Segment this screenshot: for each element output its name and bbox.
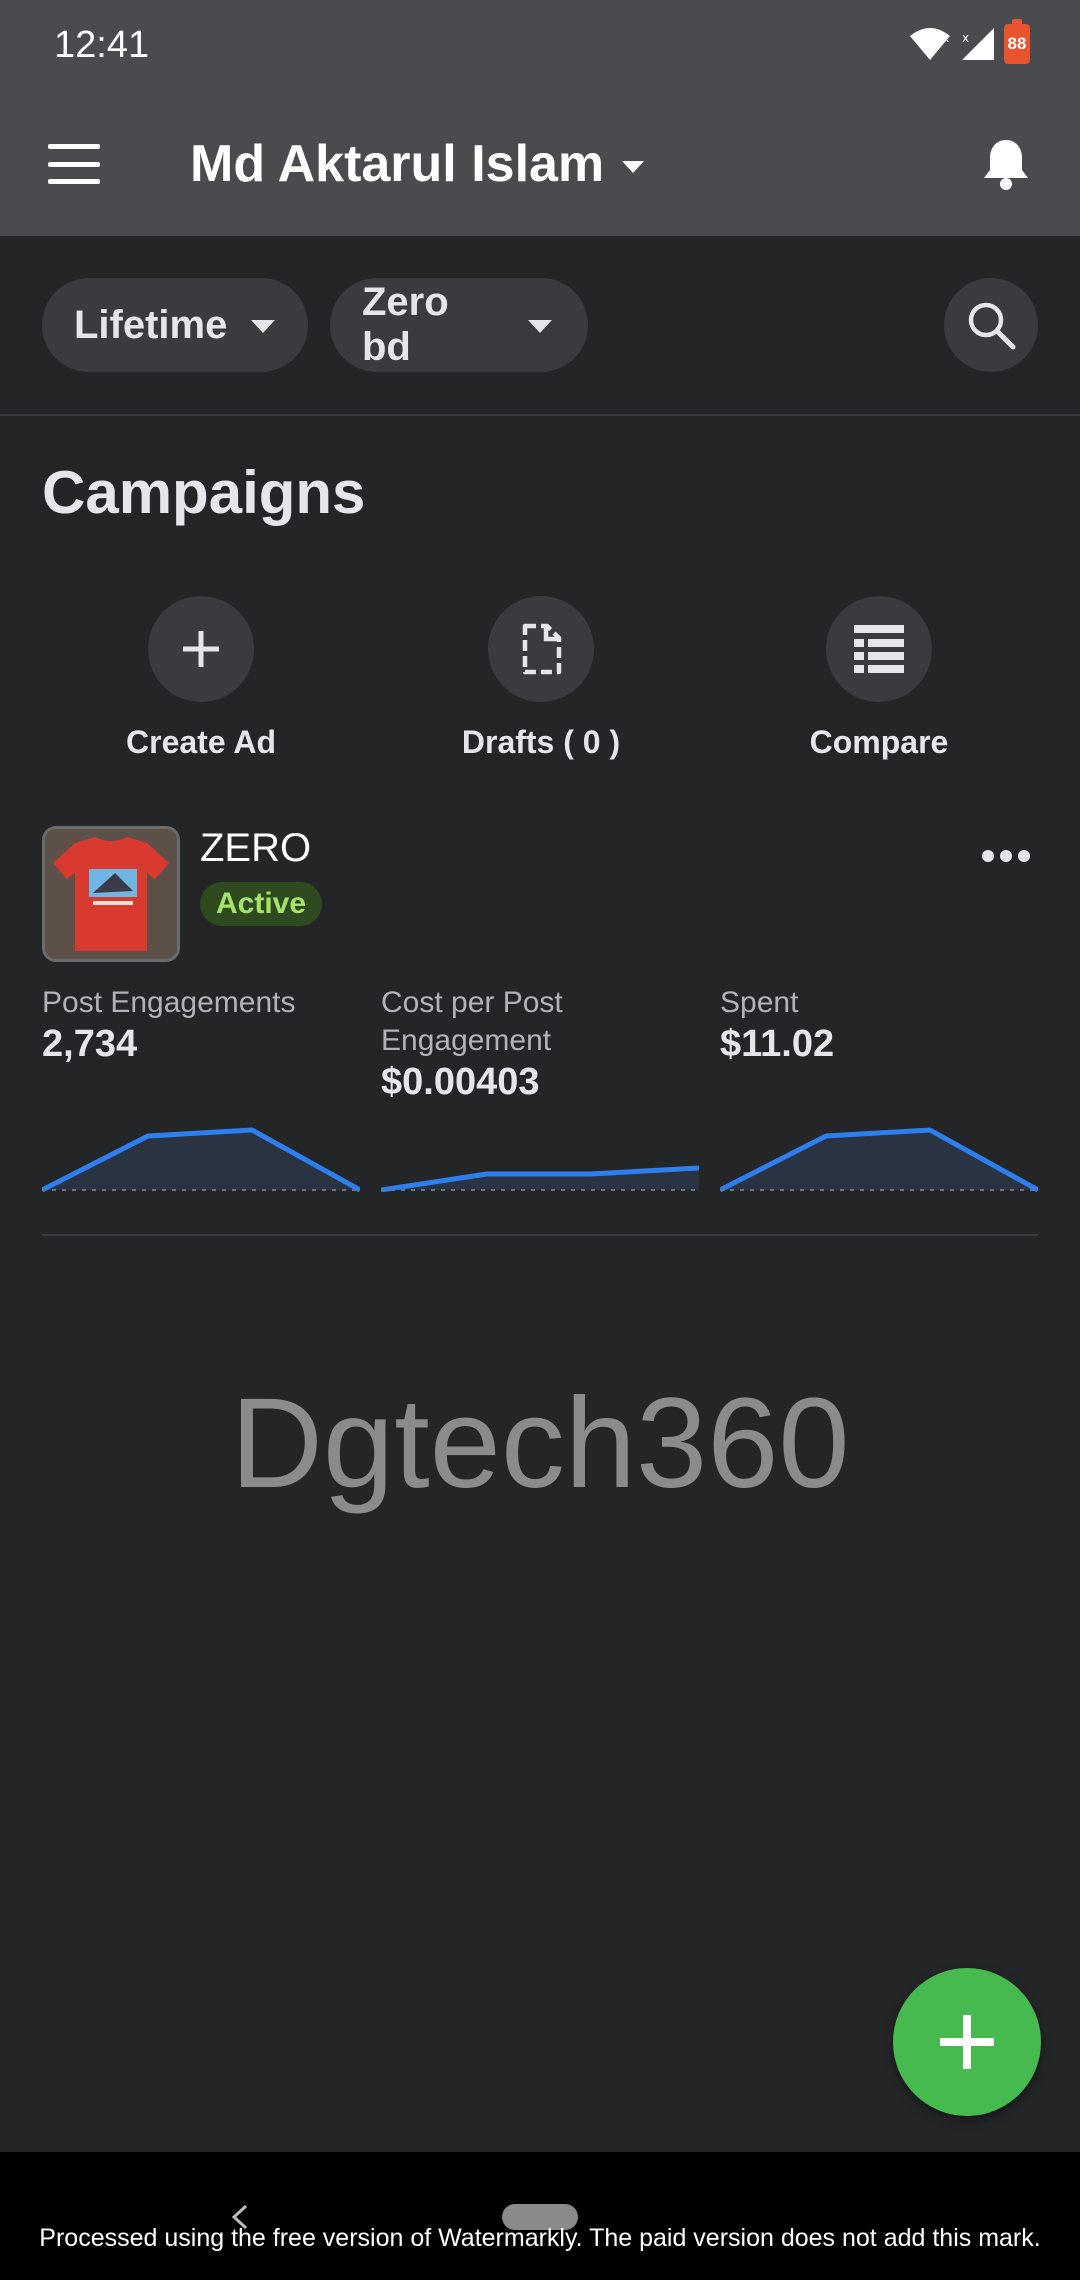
ad-account-dropdown[interactable]: Zero bd: [330, 278, 588, 372]
chevron-down-icon: [622, 161, 645, 173]
campaign-card[interactable]: ZERO Active Post Engagements 2,734 Cost …: [42, 826, 1038, 1236]
metric-value: $0.00403: [381, 1061, 540, 1103]
status-badge: Active: [200, 882, 323, 926]
drafts-circle: [488, 596, 594, 702]
metric-post-engagements: Post Engagements 2,734: [42, 984, 360, 1066]
chevron-down-icon: [251, 319, 276, 333]
quick-actions: Create Ad Drafts ( 0 ) Compare: [0, 596, 1080, 776]
app-header: Md Aktarul Islam: [0, 92, 1080, 236]
metric-label: Cost per Post Engagement: [381, 986, 563, 1057]
signal-icon: x: [962, 28, 994, 60]
metric-value: $11.02: [720, 1023, 835, 1065]
metric-label: Spent: [720, 986, 799, 1019]
campaign-name: ZERO: [200, 826, 312, 870]
svg-text:x: x: [962, 31, 969, 45]
create-ad-circle: [148, 596, 254, 702]
account-name: Md Aktarul Islam: [190, 135, 605, 193]
list-icon: [854, 625, 904, 673]
wifi-icon: x: [910, 28, 950, 60]
page-title: Campaigns: [42, 459, 366, 526]
compare-button[interactable]: Compare: [709, 596, 1049, 761]
status-bar: 12:41 x x 88: [0, 0, 1080, 92]
sparkline-cost-per-engagement: [381, 1165, 699, 1192]
add-fab-button[interactable]: [893, 1968, 1041, 2116]
search-icon: [968, 302, 1016, 350]
status-icons: x x 88: [908, 19, 1030, 66]
watermark-text: Dgtech360: [230, 1372, 850, 1515]
status-time: 12:41: [54, 24, 150, 66]
plus-icon: [940, 2015, 994, 2069]
plus-icon: [183, 631, 219, 667]
search-button[interactable]: [944, 278, 1038, 372]
metric-label: Post Engagements: [42, 986, 296, 1019]
watermark-note: Processed using the free version of Wate…: [39, 2224, 1041, 2252]
document-icon: [522, 623, 562, 675]
sparkline-spent: [720, 1127, 1038, 1192]
campaign-thumbnail: [42, 826, 180, 962]
sparkline-post-engagements: [42, 1127, 360, 1192]
create-ad-button[interactable]: Create Ad: [31, 596, 371, 761]
compare-circle: [826, 596, 932, 702]
filter-bar: Lifetime Zero bd: [0, 236, 1080, 416]
metric-cost-per-engagement: Cost per Post Engagement $0.00403: [381, 984, 699, 1104]
battery-level: 88: [1007, 34, 1027, 53]
bell-icon[interactable]: [976, 134, 1036, 194]
metric-value: 2,734: [42, 1023, 138, 1065]
compare-label: Compare: [809, 724, 949, 760]
create-ad-label: Create Ad: [126, 724, 276, 760]
date-range-dropdown[interactable]: Lifetime: [42, 278, 308, 372]
metric-spent: Spent $11.02: [720, 984, 1038, 1066]
svg-text:x: x: [942, 31, 949, 45]
menu-icon[interactable]: [48, 144, 100, 184]
drafts-button[interactable]: Drafts ( 0 ): [371, 596, 711, 761]
drafts-label: Drafts ( 0 ): [461, 724, 621, 760]
account-switcher[interactable]: Md Aktarul Islam: [190, 128, 645, 200]
more-options-icon[interactable]: [982, 850, 1030, 864]
ad-account-label: Zero bd: [362, 280, 449, 369]
chevron-down-icon: [528, 319, 552, 333]
date-range-label: Lifetime: [74, 302, 228, 347]
battery-icon: 88: [1004, 19, 1030, 64]
